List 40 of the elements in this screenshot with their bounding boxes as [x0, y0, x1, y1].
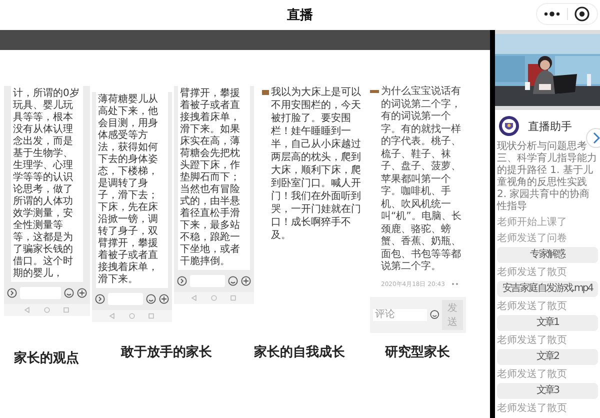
emoji-icon	[146, 294, 156, 304]
message-text: 现状分析与问题思考三、科学育儿指导能力的提升路径 1. 基于儿童视角的反思性实践 2. 家园共育中的协商性指导	[497, 140, 598, 213]
file-card[interactable]: 安吉家庭自发游戏.mp4	[497, 281, 598, 297]
file-card[interactable]: 专家解惑	[497, 247, 598, 263]
notice-text: 老师发送了散页	[497, 267, 568, 279]
emoji-icon[interactable]	[430, 309, 440, 320]
notice-text: 老师发送了散页	[497, 335, 568, 347]
caption: 家长的观点	[14, 350, 79, 366]
comment-field[interactable]: 评论	[373, 308, 427, 320]
post-text: 为什么宝宝说话有的词说第二个字，有的词说第一个字。有的就找一样的字代表。桃子、梳子、鞋子、袜子、盘子、菠萝、苹果都叫第一个字。咖啡机、手机、吹风机统一叫“机”。电脑、长颈鹿、骆驼、螃蟹、香蕉、奶瓶、面包、书包等等都说第二个字。	[381, 86, 462, 274]
page-title: 直播	[287, 7, 313, 24]
nav-buttons-drawing	[23, 307, 71, 313]
file-card[interactable]: 文章1	[497, 315, 598, 331]
assistant-name: 直播助手	[528, 118, 572, 134]
caption: 研究型家长	[385, 344, 450, 362]
nav-buttons-drawing	[190, 295, 238, 301]
emoji-icon	[64, 288, 74, 298]
message-text: 薄荷糖婴儿从高处下来，他会目测，用身体感受等方法，获得如何下去的身体姿态，下楼梯，是调转了身子，滑下去；下床，先在床沿掀一镑，调转了身子，双臂撑开，攀援着被子或者直接拽着床单，滑下来。	[96, 92, 168, 288]
emoji-icon	[228, 276, 238, 286]
notice-text: 老师发送了散页	[497, 301, 568, 313]
notice-text: 老师发送了问卷	[497, 233, 568, 245]
chevron-right-icon	[592, 132, 600, 144]
post-text: 我以为大床上是可以不用安围栏的，今天被打脸了。要安围栏！娃午睡睡到一半，自己从小床越过两层高的枕头，爬到大床，顺利下床，爬到卧室门口。喊人开门！我们在外面听到哭，一开门娃就在门口！成长啊猝手不及。	[271, 86, 362, 242]
message-text: 臂撑开，攀援着被子或者直接拽着床单，滑下来。如果床实在高，薄荷糖会先把枕头蹬下床，作垫脚石而下；当然也有冒险式的，由半悬着径直松手滑下来，最多站不稳，踉跄一下坐地，或者干脆摔倒。	[178, 86, 250, 270]
logo-icon	[498, 115, 520, 137]
plus-icon	[241, 276, 251, 286]
message-text: 计，所谓的0岁玩具、婴儿玩具等等，根本没有从体认理念出发，而是基于生物学、生理学、心理学等等的认识论思考，做了所谓的人体功效学测量，安全性测量等等，这都是为了骗家长钱的借口。这个时期的婴儿，	[11, 86, 83, 282]
file-card[interactable]: 文章2	[497, 349, 598, 365]
caption: 家长的自我成长	[254, 344, 345, 362]
more-icon	[542, 10, 561, 18]
file-card[interactable]: 文章3	[497, 383, 598, 399]
notice-text: 老师发送了散页	[497, 369, 568, 381]
more-icon[interactable]	[450, 282, 459, 286]
plus-icon	[159, 294, 169, 304]
nav-buttons-drawing	[108, 313, 156, 319]
caption: 敢于放手的家长	[121, 344, 212, 362]
notice-text: 老师发送了散页	[497, 403, 568, 415]
plus-icon	[77, 288, 87, 298]
next-button[interactable]	[586, 128, 600, 148]
notice-text: 老师开始上课了	[497, 217, 568, 229]
